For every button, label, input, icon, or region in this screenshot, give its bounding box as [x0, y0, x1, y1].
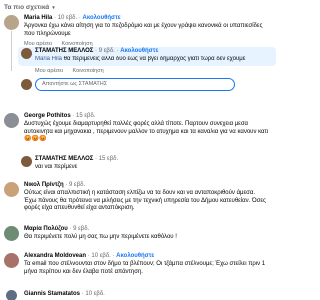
avatar	[21, 79, 32, 90]
avatar[interactable]	[21, 48, 32, 59]
author-name[interactable]: ΣΤΑΜΑΤΗΣ ΜΕΛΛΟΣ	[35, 48, 93, 54]
comment-text: Τα email που στέλνουνται στον δήμο τα βλ…	[24, 261, 266, 275]
sort-label: Τα πιο σχετικά	[4, 4, 50, 11]
avatar[interactable]	[4, 182, 19, 197]
comment-header: Alexandra Moldovean · 10 εβδ. · Ακολουθή…	[24, 253, 154, 259]
comment-text: ναι ναι περίμενε	[35, 164, 78, 170]
comment-header: Νικολ Πρίντζη · 9 εβδ.	[24, 182, 85, 188]
comment-alexandra-moldovean: Alexandra Moldovean · 10 εβδ. · Ακολουθή…	[0, 253, 279, 283]
comment-maria-polyzou: Μαρία Πολύζου · 9 εβδ. Θα περιμένετε πολ…	[0, 226, 279, 244]
avatar[interactable]	[4, 226, 19, 241]
follow-button[interactable]: Ακολουθήστε	[83, 15, 121, 21]
author-name[interactable]: Alexandra Moldovean	[24, 253, 86, 259]
comment-header: Μαρία Πολύζου · 9 εβδ.	[24, 226, 89, 232]
comment-text: Δυστυχώς έχουμε διαμαρτυρηθεί πολλές φορ…	[24, 121, 269, 143]
reply-input[interactable]: Απαντήστε ως ΣΤΑΜΑΤΗΣ	[35, 78, 235, 91]
follow-button[interactable]: Ακολουθήστε	[120, 48, 158, 54]
comment-header: ΣΤΑΜΑΤΗΣ ΜΕΛΛΟΣ · 15 εβδ.	[35, 156, 118, 162]
author-name[interactable]: George Pothitos	[24, 113, 71, 119]
reply-body: θα περιμένεις άλλα δύο έως να βγει δήμαρ…	[62, 56, 246, 62]
comment-header: Giannis Stamatatos · 10 εβδ.	[24, 291, 105, 297]
avatar[interactable]	[4, 253, 19, 268]
timestamp: · 9 εβδ.	[69, 226, 90, 232]
avatar[interactable]	[4, 15, 19, 30]
author-name[interactable]: Νικολ Πρίντζη	[24, 182, 64, 188]
chevron-down-icon: ▾	[52, 4, 55, 11]
avatar[interactable]	[21, 156, 32, 167]
comment-text: Θα περιμένετε πολύ μη σας πω μην περιμέν…	[24, 234, 177, 240]
sort-dropdown[interactable]: Τα πιο σχετικά ▾	[0, 0, 279, 15]
avatar[interactable]	[4, 113, 19, 128]
comment-george-pothitos: George Pothitos · 15 εβδ. Δυστυχώς έχουμ…	[0, 113, 279, 157]
timestamp: · 15 εβδ.	[95, 156, 119, 162]
avatar[interactable]	[6, 290, 17, 300]
author-name[interactable]: Giannis Stamatatos	[24, 291, 80, 297]
timestamp: · 9 εβδ.	[65, 182, 86, 188]
comment-text: Άργονκα έχω κάνει αίτηση για το πεζοδρόμ…	[24, 23, 263, 37]
timestamp: · 9 εβδ. ·	[95, 48, 121, 54]
comment-text: Maria Hila θα περιμένεις άλλα δύο έως να…	[35, 56, 273, 64]
comment-nikol-printzi: Νικολ Πρίντζη · 9 εβδ. Ούτως είναι απαλπ…	[0, 182, 279, 227]
author-name[interactable]: Μαρία Πολύζου	[24, 226, 68, 232]
comment-actions: Μου αρέσει Κοινοποίηση	[35, 68, 112, 74]
mention-link[interactable]: Maria Hila	[35, 56, 62, 62]
comment-giannis-stamatatos: Giannis Stamatatos · 10 εβδ.	[0, 290, 279, 300]
timestamp: · 10 εβδ.	[81, 291, 105, 297]
author-name[interactable]: Maria Hila	[24, 15, 52, 21]
comment-header: Maria Hila · 10 εβδ. · Ακολουθήστε	[24, 15, 121, 21]
comment-stamatis-reply: ΣΤΑΜΑΤΗΣ ΜΕΛΛΟΣ · 15 εβδ. ναι ναι περίμε…	[0, 156, 279, 174]
timestamp: · 10 εβδ. ·	[54, 15, 83, 21]
author-name[interactable]: ΣΤΑΜΑΤΗΣ ΜΕΛΛΟΣ	[35, 156, 93, 162]
share-button[interactable]: Κοινοποίηση	[73, 68, 104, 74]
timestamp: · 15 εβδ.	[72, 113, 96, 119]
comment-text: Ούτως είναι απαλπιστική η κατάσταση ελπί…	[24, 190, 266, 212]
comment-header: George Pothitos · 15 εβδ.	[24, 113, 95, 119]
like-button[interactable]: Μου αρέσει	[35, 68, 63, 74]
follow-button[interactable]: Ακολουθήστε	[116, 253, 154, 259]
comment-header: ΣΤΑΜΑΤΗΣ ΜΕΛΛΟΣ · 9 εβδ. · Ακολουθήστε	[35, 48, 158, 54]
timestamp: · 10 εβδ. ·	[87, 253, 117, 259]
